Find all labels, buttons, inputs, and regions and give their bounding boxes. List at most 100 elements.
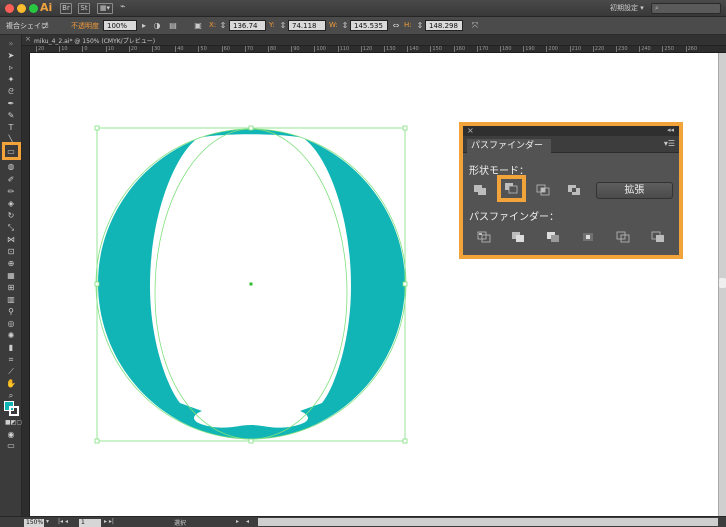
- arrange-documents-icon[interactable]: ▦▾: [97, 3, 113, 14]
- exclude-icon[interactable]: [567, 184, 581, 196]
- opacity-field[interactable]: 100%: [103, 20, 137, 31]
- artboard-tool-icon[interactable]: ⌗: [5, 355, 17, 364]
- symbol-sprayer-tool-icon[interactable]: ✺: [5, 331, 17, 340]
- h-stepper-icon[interactable]: ⇕: [415, 21, 425, 31]
- magic-wand-tool-icon[interactable]: ✦: [5, 75, 17, 84]
- search-input[interactable]: ⌕: [651, 3, 721, 14]
- selection-tool-icon[interactable]: ➤: [5, 51, 17, 60]
- document-tab[interactable]: × miku_4_2.ai* @ 150% (CMYK/プレビュー): [22, 35, 726, 46]
- crop-icon[interactable]: [581, 231, 595, 243]
- resize-handle[interactable]: [248, 125, 254, 131]
- y-field[interactable]: 74.118 mm: [288, 20, 326, 41]
- eraser-tool-icon[interactable]: ◈: [5, 199, 17, 208]
- pen-tool-icon[interactable]: ✒: [5, 99, 17, 108]
- lasso-tool-icon[interactable]: ᘓ: [5, 87, 17, 96]
- close-document-icon[interactable]: ×: [25, 35, 31, 43]
- trim-icon[interactable]: [511, 231, 525, 243]
- eyedropper-tool-icon[interactable]: ⚲: [5, 307, 17, 316]
- zoom-window-button[interactable]: [29, 4, 38, 13]
- horizontal-scrollbar[interactable]: [258, 518, 718, 526]
- minus-back-icon[interactable]: [651, 231, 665, 243]
- curvature-tool-icon[interactable]: ✎: [5, 111, 17, 120]
- minimize-window-button[interactable]: [17, 4, 26, 13]
- type-tool-icon[interactable]: T: [5, 123, 17, 132]
- horizontal-ruler[interactable]: 20 10 0 10 20 30 40 50 60 70 80 90 100 110 120 130 140 15…: [30, 46, 726, 53]
- next-artboard-icon[interactable]: ▸ ▸|: [104, 518, 114, 525]
- expand-button[interactable]: 拡張: [596, 182, 673, 199]
- divide-icon[interactable]: [477, 231, 491, 243]
- resize-handle[interactable]: [94, 125, 100, 131]
- tab-pathfinder[interactable]: パスファインダー: [467, 139, 551, 153]
- x-stepper-icon[interactable]: ⇕: [218, 21, 228, 31]
- rotate-tool-icon[interactable]: ↻: [5, 211, 17, 220]
- transform-icon[interactable]: ⤧: [470, 21, 480, 31]
- scale-tool-icon[interactable]: ⤡: [5, 223, 17, 232]
- bridge-icon[interactable]: Br: [60, 3, 72, 14]
- ruler-tick-label: 60: [221, 46, 230, 52]
- opacity-dropdown-icon[interactable]: ▸: [139, 21, 149, 31]
- shape-builder-icon[interactable]: ⊕: [5, 259, 17, 268]
- pencil-tool-icon[interactable]: ✏: [5, 187, 17, 196]
- resize-handle[interactable]: [94, 438, 100, 444]
- status-arrow-icon[interactable]: ▸: [236, 518, 239, 525]
- panel-menu-icon[interactable]: ▾☰: [664, 139, 675, 148]
- ruler-tick-label: 240: [639, 46, 651, 52]
- close-panel-icon[interactable]: ×: [467, 126, 474, 135]
- collapse-panel-icon[interactable]: ◂◂: [667, 126, 674, 134]
- column-graph-tool-icon[interactable]: ▮: [5, 343, 17, 352]
- blend-tool-icon[interactable]: ◎: [5, 319, 17, 328]
- resize-handle[interactable]: [94, 281, 100, 287]
- gradient-tool-icon[interactable]: ▥: [5, 295, 17, 304]
- center-point: [249, 282, 253, 286]
- opacity-label[interactable]: 不透明度: [71, 21, 99, 31]
- resize-handle[interactable]: [402, 438, 408, 444]
- resize-handle[interactable]: [248, 438, 254, 444]
- direct-selection-tool-icon[interactable]: ▹: [5, 63, 17, 72]
- merge-icon[interactable]: [546, 231, 560, 243]
- recolor-icon[interactable]: ◑: [152, 21, 162, 31]
- w-stepper-icon[interactable]: ⇕: [340, 21, 350, 31]
- control-bar: 複合シェイプ ▭ 不透明度 100% ▸ ◑ ▤ ▣ X: ⇕ 136.74 m…: [0, 17, 726, 41]
- h-field[interactable]: 148.298 mm: [425, 20, 463, 41]
- resize-handle[interactable]: [402, 281, 408, 287]
- panel-collapse-icon[interactable]: »: [5, 39, 17, 48]
- align-icon[interactable]: ▤: [168, 21, 178, 31]
- constrain-proportions-icon[interactable]: ⇔: [391, 21, 401, 31]
- screen-mode-icon[interactable]: ▭: [5, 441, 17, 450]
- color-mode-icon[interactable]: ■◩▢: [5, 418, 22, 427]
- pathfinder-panel-header[interactable]: × ◂◂: [463, 126, 679, 136]
- shape-builder-tool-icon[interactable]: ◍: [5, 162, 17, 171]
- draw-mode-icon[interactable]: ◉: [5, 430, 17, 439]
- unite-icon[interactable]: [473, 184, 487, 196]
- y-stepper-icon[interactable]: ⇕: [278, 21, 288, 31]
- zoom-tool-icon[interactable]: ⌕: [5, 391, 17, 400]
- artboard-number-field[interactable]: 1: [79, 519, 101, 527]
- stock-icon[interactable]: St: [78, 3, 90, 14]
- paintbrush-tool-icon[interactable]: ✐: [5, 175, 17, 184]
- gpu-icon[interactable]: ⌁: [120, 2, 125, 12]
- zoom-dropdown-icon[interactable]: ▾: [46, 518, 49, 525]
- intersect-icon[interactable]: [536, 184, 550, 196]
- hand-tool-icon[interactable]: ✋: [5, 379, 17, 388]
- zoom-field[interactable]: 150%: [24, 519, 44, 527]
- mesh-tool-icon[interactable]: ⊞: [5, 283, 17, 292]
- free-transform-tool-icon[interactable]: ⊡: [5, 247, 17, 256]
- first-artboard-icon[interactable]: |◂ ◂: [58, 518, 68, 525]
- workspace-switcher[interactable]: 初期設定 ▾: [610, 3, 644, 13]
- x-field[interactable]: 136.74 mm: [229, 20, 266, 41]
- w-field[interactable]: 145.535 mm: [350, 20, 388, 41]
- perspective-grid-tool-icon[interactable]: ▦: [5, 271, 17, 280]
- ruler-origin[interactable]: [22, 46, 30, 53]
- stroke-swatch[interactable]: [9, 406, 19, 416]
- width-tool-icon[interactable]: ⋈: [5, 235, 17, 244]
- ruler-tick-label: 250: [662, 46, 674, 52]
- slice-tool-icon[interactable]: ⟋: [5, 367, 17, 376]
- vertical-ruler[interactable]: [22, 53, 30, 516]
- vertical-scroll-thumb[interactable]: [719, 278, 726, 288]
- fill-stroke-icon[interactable]: ▭: [40, 21, 50, 31]
- reference-point-icon[interactable]: ▣: [193, 21, 203, 31]
- scroll-left-icon[interactable]: ◂: [246, 518, 249, 525]
- outline-icon[interactable]: [616, 231, 630, 243]
- resize-handle[interactable]: [402, 125, 408, 131]
- close-window-button[interactable]: [5, 4, 14, 13]
